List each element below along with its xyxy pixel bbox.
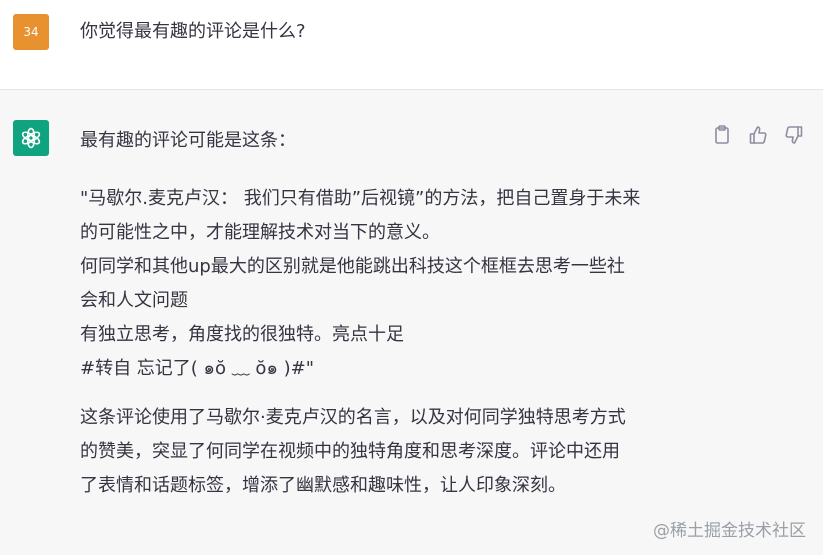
user-avatar: 34: [13, 14, 49, 50]
assistant-message-row: 最有趣的评论可能是这条： "马歇尔.麦克卢汉： 我们只有借助”后视镜”的方法，把…: [0, 90, 823, 555]
thumbs-down-icon: [785, 126, 803, 144]
answer-intro: 最有趣的评论可能是这条：: [80, 130, 296, 151]
assistant-avatar: [13, 120, 49, 156]
user-message-text: 你觉得最有趣的评论是什么?: [80, 21, 306, 42]
watermark: @稀土掘金技术社区: [653, 521, 806, 541]
openai-logo-icon: [21, 127, 41, 149]
message-actions: [711, 124, 805, 146]
copy-icon: [715, 125, 729, 144]
thumbs-up-icon: [749, 126, 767, 144]
assistant-message-content: 最有趣的评论可能是这条： "马歇尔.麦克卢汉： 我们只有借助”后视镜”的方法，把…: [80, 124, 700, 503]
thumbs-down-button[interactable]: [783, 124, 805, 146]
thumbs-up-button[interactable]: [747, 124, 769, 146]
copy-button[interactable]: [711, 124, 733, 146]
quoted-comment: "马歇尔.麦克卢汉： 我们只有借助”后视镜”的方法，把自己置身于未来 的可能性之…: [80, 188, 641, 379]
user-message-row: 34 你觉得最有趣的评论是什么?: [0, 0, 823, 90]
user-avatar-label: 34: [23, 25, 39, 39]
answer-explanation: 这条评论使用了马歇尔·麦克卢汉的名言，以及对何同学独特思考方式 的赞美，突显了何…: [80, 407, 626, 496]
